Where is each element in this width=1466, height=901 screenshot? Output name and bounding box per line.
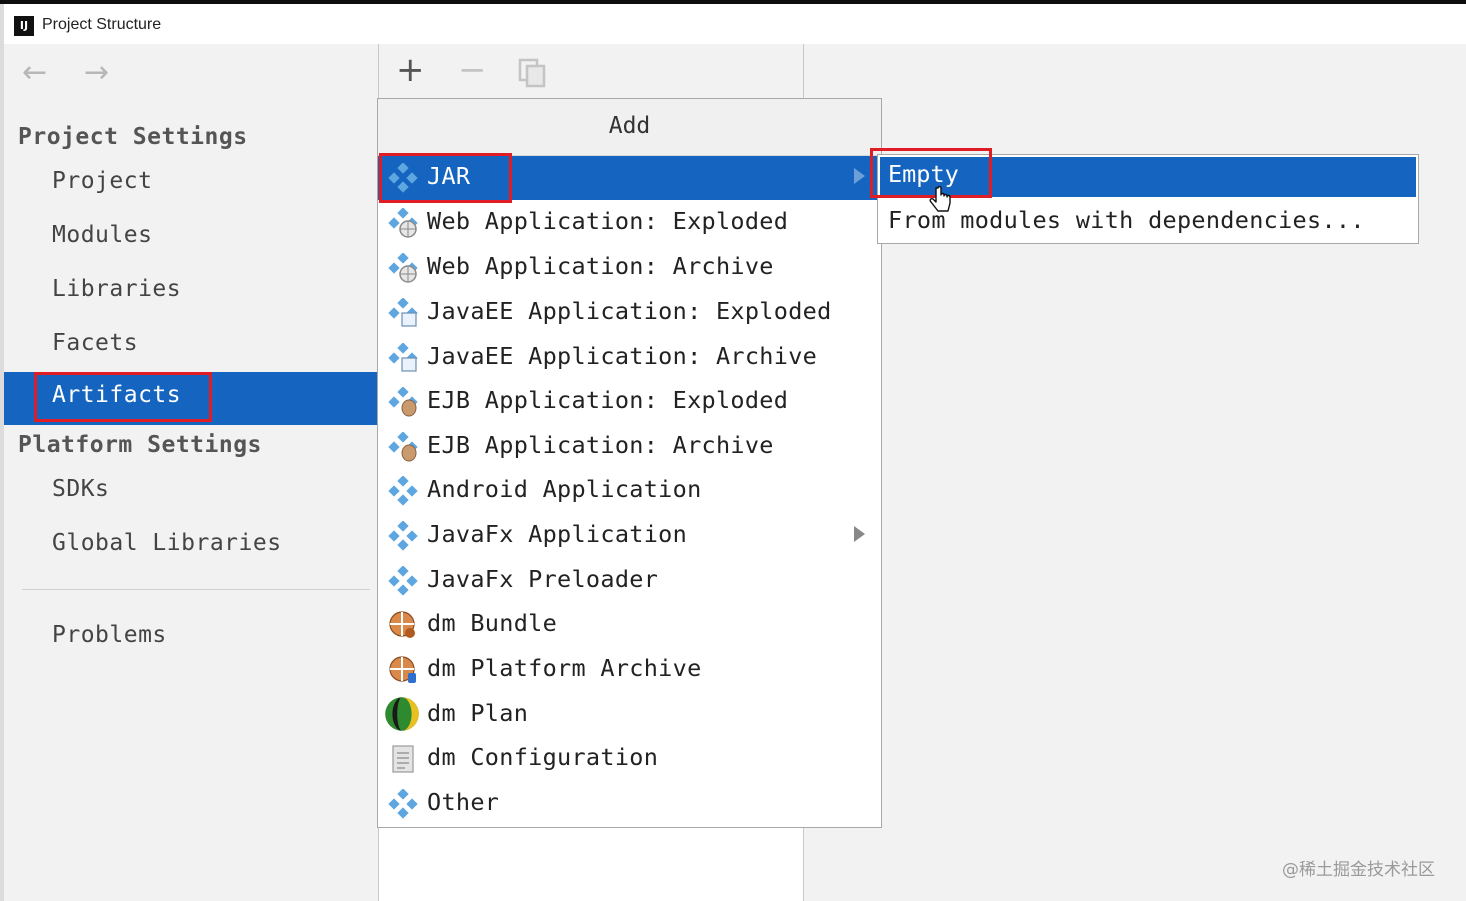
platform-settings-header: Platform Settings [18,432,262,458]
menu-item-dm-bundle[interactable]: dm Bundle [378,603,881,647]
menu-item-web-application-exploded[interactable]: Web Application: Exploded [378,201,881,245]
submenu-arrow-icon [854,526,865,542]
add-artifact-popup: Add JAR Web Application: Exploded Web Ap… [377,98,882,828]
menu-item-ejb-application-exploded[interactable]: EJB Application: Exploded [378,380,881,424]
ejb-artifact-icon [388,387,418,417]
arrow-left-icon[interactable]: ← [22,58,47,88]
artifact-icon [388,789,418,819]
menu-item-label: dm Configuration [427,743,659,771]
menu-item-android-application[interactable]: Android Application [378,469,881,513]
artifact-icon [388,476,418,506]
dm-bundle-icon [389,611,415,638]
menu-item-dm-configuration[interactable]: dm Configuration [378,737,881,781]
window-title: Project Structure [42,16,162,33]
web-artifact-icon [388,253,418,283]
menu-item-label: Web Application: Exploded [427,207,789,235]
minus-icon[interactable]: − [458,52,487,88]
watermark: @稀土掘金技术社区 [1282,860,1435,880]
menu-item-label: EJB Application: Archive [427,431,774,459]
dm-config-icon [392,745,414,773]
submenu-arrow-icon [854,168,865,184]
menu-item-javafx-application[interactable]: JavaFx Application [378,514,881,558]
web-artifact-icon [388,208,418,238]
popup-header: Add [378,99,881,156]
sidebar-item-libraries[interactable]: Libraries [52,276,181,302]
hand-cursor-icon [929,186,951,212]
menu-item-dm-platform-archive[interactable]: dm Platform Archive [378,648,881,692]
intellij-logo-icon: IJ [14,16,34,36]
plus-icon[interactable]: + [396,52,425,88]
menu-item-javafx-preloader[interactable]: JavaFx Preloader [378,559,881,603]
title-bar: IJ Project Structure [0,4,1466,44]
sidebar-item-sdks[interactable]: SDKs [52,476,109,502]
dm-plan-icon [385,697,419,731]
javaee-artifact-icon [388,343,418,372]
artifact-icon [388,521,418,551]
sidebar-item-global-libraries[interactable]: Global Libraries [52,530,282,556]
menu-item-javaee-application-archive[interactable]: JavaEE Application: Archive [378,336,881,380]
menu-item-dm-plan[interactable]: dm Plan [378,693,881,737]
menu-item-javaee-application-exploded[interactable]: JavaEE Application: Exploded [378,291,881,335]
menu-item-label: JavaFx Preloader [427,565,659,593]
artifacts-toolbar [378,44,804,98]
javaee-artifact-icon [388,298,418,327]
menu-item-label: JavaEE Application: Archive [427,342,818,370]
arrow-right-icon[interactable]: → [84,58,109,88]
popup-title: Add [608,113,651,139]
project-settings-header: Project Settings [18,124,248,150]
menu-item-label: Android Application [427,475,702,503]
sidebar-item-problems[interactable]: Problems [52,622,167,648]
submenu-item-from-modules[interactable]: From modules with dependencies... [888,206,1365,234]
menu-item-label: dm Platform Archive [427,654,702,682]
menu-item-label: JavaFx Application [427,520,688,548]
sidebar-item-facets[interactable]: Facets [52,330,138,356]
sidebar-divider [22,589,370,590]
ejb-artifact-icon [388,432,418,462]
menu-item-label: Other [427,788,500,816]
highlight-box-jar [379,153,512,203]
menu-item-ejb-application-archive[interactable]: EJB Application: Archive [378,425,881,469]
sidebar-item-modules[interactable]: Modules [52,222,152,248]
artifact-icon [388,566,418,596]
menu-item-other[interactable]: Other [378,782,881,826]
menu-item-label: JavaEE Application: Exploded [427,297,832,325]
highlight-box-artifacts [34,372,212,422]
menu-item-web-application-archive[interactable]: Web Application: Archive [378,246,881,290]
menu-item-label: dm Bundle [427,609,558,637]
dm-platform-icon [389,656,416,683]
menu-item-label: EJB Application: Exploded [427,386,789,414]
sidebar-item-project[interactable]: Project [52,168,152,194]
menu-item-label: Web Application: Archive [427,252,774,280]
copy-icon[interactable] [518,58,548,88]
menu-item-label: dm Plan [427,699,529,727]
